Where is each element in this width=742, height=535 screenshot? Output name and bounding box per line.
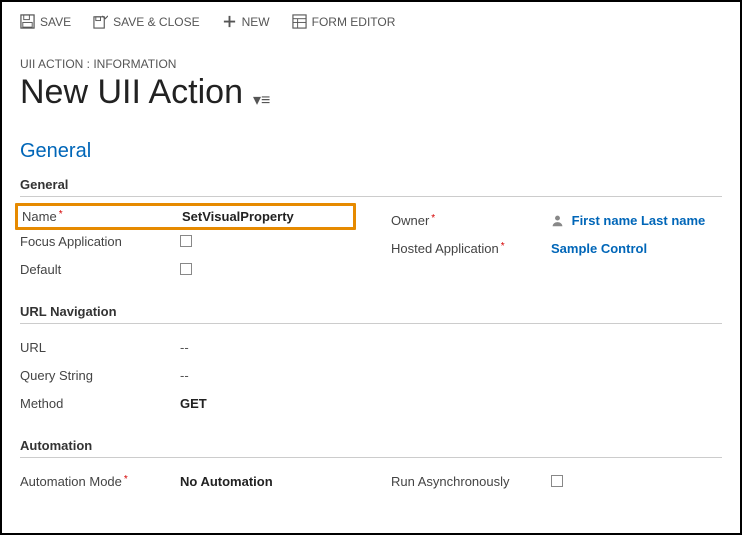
owner-field[interactable]: Owner* First name Last name xyxy=(391,207,722,233)
default-checkbox[interactable] xyxy=(180,263,192,275)
hosted-application-value[interactable]: Sample Control xyxy=(551,241,647,256)
subsection-general-heading: General xyxy=(20,177,722,197)
form-editor-label: FORM EDITOR xyxy=(312,15,396,29)
command-bar: SAVE SAVE & CLOSE NEW FORM EDITOR xyxy=(20,2,722,39)
subsection-url-nav-heading: URL Navigation xyxy=(20,304,722,324)
hosted-application-label: Hosted Application* xyxy=(391,241,551,256)
owner-value[interactable]: First name Last name xyxy=(572,213,706,228)
name-label: Name* xyxy=(22,209,182,224)
subsection-automation-heading: Automation xyxy=(20,438,722,458)
form-editor-icon xyxy=(292,14,307,29)
url-field[interactable]: URL -- xyxy=(20,334,722,360)
method-field[interactable]: Method GET xyxy=(20,390,722,416)
automation-mode-field[interactable]: Automation Mode* No Automation xyxy=(20,468,351,494)
new-label: NEW xyxy=(242,15,270,29)
name-field[interactable]: Name* SetVisualProperty xyxy=(15,203,356,230)
run-async-field[interactable]: Run Asynchronously xyxy=(391,468,722,494)
hosted-application-field[interactable]: Hosted Application* Sample Control xyxy=(391,235,722,261)
automation-mode-label: Automation Mode* xyxy=(20,474,180,489)
focus-application-checkbox[interactable] xyxy=(180,235,192,247)
page-title: New UII Action xyxy=(20,73,243,112)
run-async-checkbox[interactable] xyxy=(551,475,563,487)
record-menu-icon[interactable]: ▾≡ xyxy=(253,90,270,110)
default-field[interactable]: Default xyxy=(20,256,351,282)
query-string-field[interactable]: Query String -- xyxy=(20,362,722,388)
focus-application-label: Focus Application xyxy=(20,234,180,249)
breadcrumb: UII ACTION : INFORMATION xyxy=(20,57,722,71)
person-icon xyxy=(551,214,564,227)
owner-label: Owner* xyxy=(391,213,551,228)
focus-application-field[interactable]: Focus Application xyxy=(20,228,351,254)
run-async-label: Run Asynchronously xyxy=(391,474,551,489)
url-value: -- xyxy=(180,340,189,355)
name-value: SetVisualProperty xyxy=(182,209,294,224)
save-label: SAVE xyxy=(40,15,71,29)
save-and-close-button[interactable]: SAVE & CLOSE xyxy=(93,14,199,29)
default-label: Default xyxy=(20,262,180,277)
save-close-icon xyxy=(93,14,108,29)
query-string-label: Query String xyxy=(20,368,180,383)
save-close-label: SAVE & CLOSE xyxy=(113,15,199,29)
section-general-heading: General xyxy=(20,140,722,163)
form-window: SAVE SAVE & CLOSE NEW FORM EDITOR UII AC… xyxy=(0,0,742,535)
automation-mode-value: No Automation xyxy=(180,474,273,489)
new-button[interactable]: NEW xyxy=(222,14,270,29)
method-value: GET xyxy=(180,396,207,411)
save-icon xyxy=(20,14,35,29)
query-string-value: -- xyxy=(180,368,189,383)
plus-icon xyxy=(222,14,237,29)
method-label: Method xyxy=(20,396,180,411)
url-label: URL xyxy=(20,340,180,355)
form-editor-button[interactable]: FORM EDITOR xyxy=(292,14,396,29)
save-button[interactable]: SAVE xyxy=(20,14,71,29)
